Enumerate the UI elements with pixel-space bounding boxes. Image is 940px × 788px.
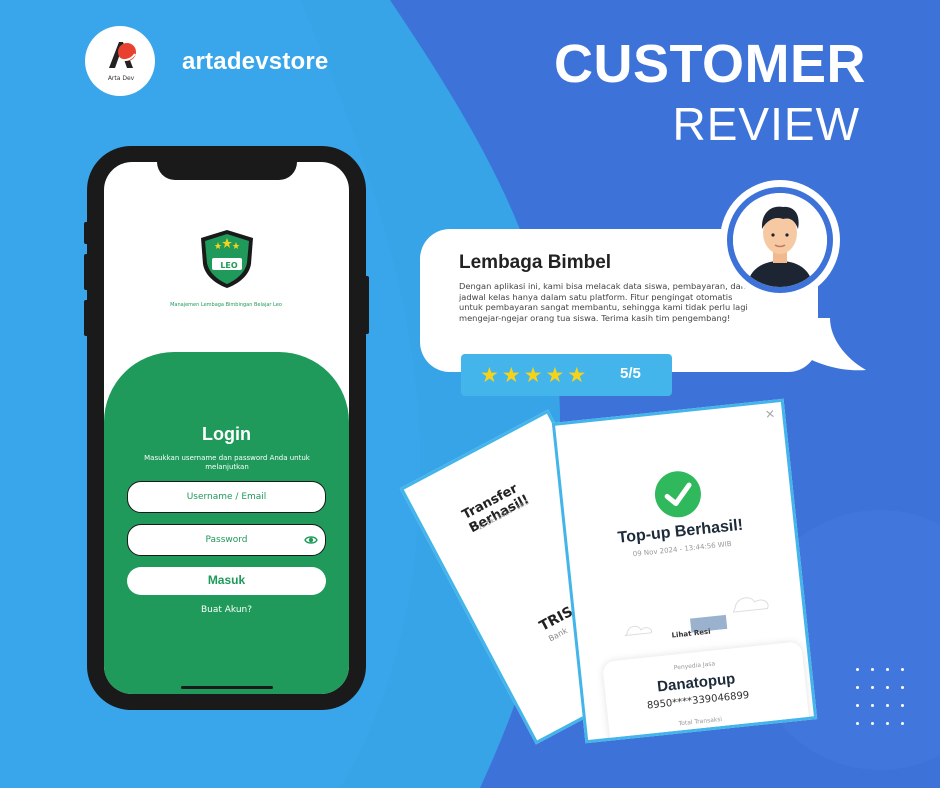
star-icon: ★ (501, 363, 521, 387)
username-placeholder: Username / Email (186, 492, 267, 502)
headline-review: REVIEW (672, 98, 860, 150)
rating-score: 5/5 (620, 365, 641, 382)
app-name: Manajemen Lembaga Bimbingan Belajar Leo (170, 302, 282, 308)
avatar (733, 193, 827, 287)
brand-name: artadevstore (182, 48, 329, 75)
star-icon: ★ (523, 363, 543, 387)
star-icon: ★ (567, 363, 587, 387)
login-subtitle: Masukkan username dan password Anda untu… (144, 454, 310, 471)
topup-receipt: ✕ Top-up Berhasil! 09 Nov 2024 - 13:44:5… (551, 398, 818, 744)
check-circle-icon (652, 468, 704, 520)
star-rating: ★ ★ ★ ★ ★ (480, 364, 586, 386)
star-icon: ★ (545, 363, 565, 387)
eye-icon[interactable] (304, 535, 318, 545)
masuk-button[interactable]: Masuk (127, 567, 326, 595)
login-title: Login (202, 424, 251, 444)
register-link[interactable]: Buat Akun? (104, 605, 349, 615)
home-indicator (181, 686, 273, 689)
phone-notch (157, 158, 297, 180)
man-avatar-icon (733, 193, 827, 287)
password-field[interactable]: Password (127, 524, 326, 556)
headline-customer: CUSTOMER (553, 34, 866, 94)
dot-grid-decoration (856, 668, 906, 728)
close-icon[interactable]: ✕ (764, 407, 775, 422)
phone-side-button (84, 222, 89, 244)
username-field[interactable]: Username / Email (127, 481, 326, 513)
phone-side-button (84, 254, 89, 290)
password-placeholder: Password (205, 535, 248, 545)
star-icon: ★ (480, 363, 499, 387)
logo-text: Arta Dev (107, 75, 135, 82)
leo-shield-logo-icon (201, 230, 253, 288)
arta-dev-logo-icon (109, 42, 136, 68)
reviewer-name: Lembaga Bimbel (459, 252, 612, 273)
login-panel (104, 352, 349, 694)
logo-text: LEO (220, 261, 238, 270)
review-text: Dengan aplikasi ini, kami bisa melacak d… (459, 281, 748, 323)
